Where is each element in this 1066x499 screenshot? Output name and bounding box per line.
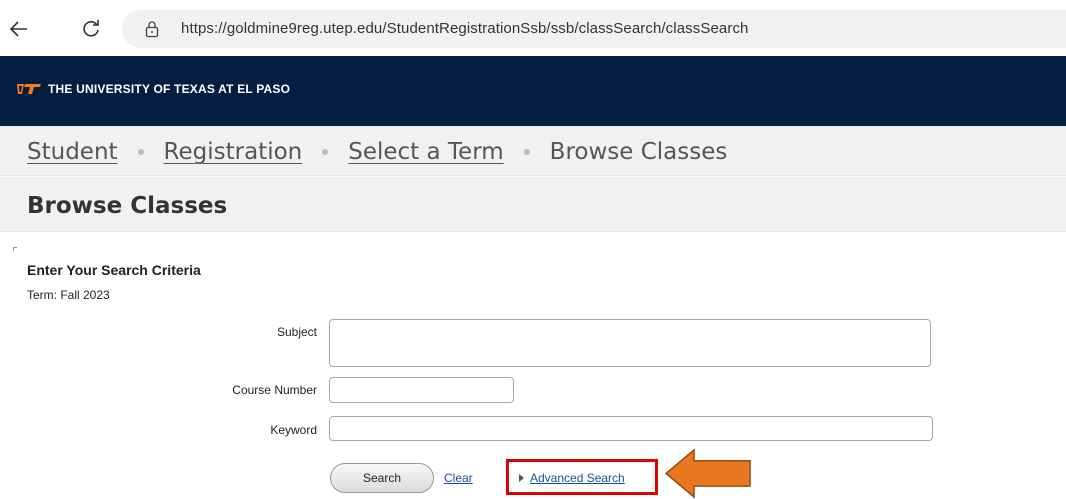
url-text[interactable]: https://goldmine9reg.utep.edu/StudentReg… bbox=[181, 20, 748, 37]
site-name[interactable]: THE UNIVERSITY OF TEXAS AT EL PASO bbox=[48, 82, 290, 96]
search-button[interactable]: Search bbox=[330, 463, 434, 493]
course-number-input[interactable] bbox=[329, 377, 514, 403]
subject-input[interactable] bbox=[329, 319, 931, 367]
back-arrow-icon[interactable] bbox=[8, 18, 30, 40]
expand-caret-icon[interactable] bbox=[519, 474, 524, 482]
course-number-label: Course Number bbox=[232, 383, 317, 397]
keyword-input[interactable] bbox=[329, 416, 933, 441]
breadcrumb-current: Browse Classes bbox=[549, 139, 728, 165]
page-title-bar: Browse Classes bbox=[0, 177, 1066, 232]
search-criteria-heading: Enter Your Search Criteria bbox=[27, 262, 201, 278]
lock-icon[interactable] bbox=[144, 20, 160, 38]
page-title: Browse Classes bbox=[27, 193, 228, 219]
browser-toolbar: https://goldmine9reg.utep.edu/StudentReg… bbox=[0, 0, 1066, 56]
subject-label: Subject bbox=[276, 325, 317, 339]
advanced-search-link[interactable]: Advanced Search bbox=[530, 471, 625, 485]
keyword-label: Keyword bbox=[270, 423, 317, 437]
breadcrumb-registration-link[interactable]: Registration bbox=[164, 139, 303, 165]
breadcrumb-bar: Student Registration Select a Term Brows… bbox=[0, 126, 1066, 176]
clear-link[interactable]: Clear bbox=[444, 471, 473, 485]
breadcrumb-student-link[interactable]: Student bbox=[27, 139, 118, 165]
utep-logo-icon[interactable] bbox=[16, 82, 42, 96]
corner-mark bbox=[13, 247, 17, 251]
breadcrumb-separator bbox=[137, 149, 144, 155]
address-bar[interactable]: https://goldmine9reg.utep.edu/StudentReg… bbox=[122, 10, 1066, 48]
breadcrumb-select-term-link[interactable]: Select a Term bbox=[348, 139, 503, 165]
term-label: Term: Fall 2023 bbox=[27, 288, 110, 302]
breadcrumb-separator bbox=[322, 149, 329, 155]
left-arrow-callout-icon bbox=[664, 448, 752, 499]
site-header: THE UNIVERSITY OF TEXAS AT EL PASO bbox=[0, 56, 1066, 126]
reload-icon[interactable] bbox=[80, 18, 102, 40]
breadcrumb: Student Registration Select a Term Brows… bbox=[27, 139, 727, 165]
breadcrumb-separator bbox=[523, 149, 530, 155]
